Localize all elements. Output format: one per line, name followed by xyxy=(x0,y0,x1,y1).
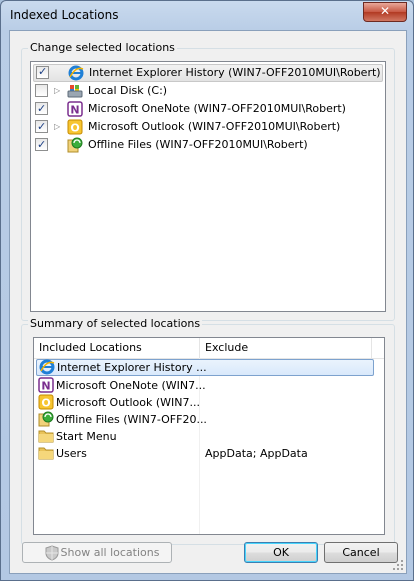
svg-text:O: O xyxy=(70,122,79,135)
checkbox[interactable]: ✓ xyxy=(36,65,49,79)
svg-text:N: N xyxy=(41,380,50,393)
summary-row-onenote[interactable]: N Microsoft OneNote (WIN7... xyxy=(36,377,372,394)
indexed-locations-window: Indexed Locations ✕ Change selected loca… xyxy=(0,0,414,581)
tree-item-ie-history[interactable]: ✓ Internet Explorer History (WIN7-OFF201… xyxy=(33,64,383,82)
window-title: Indexed Locations xyxy=(10,8,119,22)
offline-files-icon xyxy=(67,137,83,153)
outlook-icon: O xyxy=(38,394,54,410)
uac-shield-icon xyxy=(45,545,59,561)
onenote-icon: N xyxy=(67,101,83,117)
resize-grip-icon[interactable] xyxy=(392,559,404,571)
cancel-button[interactable]: Cancel xyxy=(324,542,398,563)
checkbox[interactable]: ✓ xyxy=(35,138,48,151)
expand-arrow-icon[interactable]: ▷ xyxy=(54,82,62,100)
local-disk-icon xyxy=(67,85,83,98)
ie-history-icon xyxy=(39,359,55,375)
checkbox[interactable] xyxy=(35,84,48,97)
title-bar[interactable]: Indexed Locations ✕ xyxy=(1,1,413,29)
checkbox[interactable]: ✓ xyxy=(35,120,48,133)
folder-icon xyxy=(38,447,54,460)
tree-item-offline-files[interactable]: ✓ Offline Files (WIN7-OFF2010MUI\Robert) xyxy=(33,136,383,154)
check-icon: ✓ xyxy=(38,65,48,78)
summary-row-outlook[interactable]: O Microsoft Outlook (WIN7... xyxy=(36,394,372,411)
included-location: Offline Files (WIN7-OFF20... xyxy=(56,413,206,426)
onenote-icon: N xyxy=(38,377,54,393)
included-location: Microsoft OneNote (WIN7... xyxy=(56,379,206,392)
included-location: Internet Explorer History ... xyxy=(57,361,207,374)
summary-group: Summary of selected locations Included L… xyxy=(21,317,395,545)
summary-row-ie-history[interactable]: Internet Explorer History ... xyxy=(36,359,374,376)
summary-label: Summary of selected locations xyxy=(28,317,203,330)
tree-item-label: Microsoft Outlook (WIN7-OFF2010MUI\Rober… xyxy=(88,120,341,133)
tree-item-label: Offline Files (WIN7-OFF2010MUI\Robert) xyxy=(88,138,308,151)
tree-item-label: Microsoft OneNote (WIN7-OFF2010MUI\Rober… xyxy=(88,102,346,115)
ok-button[interactable]: OK xyxy=(244,542,318,563)
show-all-locations-button[interactable]: Show all locations xyxy=(22,542,172,563)
check-icon: ✓ xyxy=(37,120,47,133)
checkbox[interactable]: ✓ xyxy=(35,102,48,115)
excluded-location: AppData; AppData xyxy=(205,447,308,460)
outlook-icon: O xyxy=(67,119,83,135)
close-button[interactable]: ✕ xyxy=(363,2,407,22)
svg-text:O: O xyxy=(41,397,50,410)
svg-text:N: N xyxy=(70,104,79,117)
summary-header: Included Locations Exclude xyxy=(34,338,384,359)
offline-files-icon xyxy=(38,411,54,427)
folder-icon xyxy=(38,430,54,443)
change-locations-label: Change selected locations xyxy=(28,41,177,54)
change-locations-group: Change selected locations ✓ Internet Exp… xyxy=(21,41,395,321)
tree-item-local-disk[interactable]: ▷ Local Disk (C:) xyxy=(33,82,383,100)
included-location: Users xyxy=(56,447,87,460)
column-exclude-header[interactable]: Exclude xyxy=(200,338,372,358)
included-location: Start Menu xyxy=(56,430,117,443)
check-icon: ✓ xyxy=(37,138,47,151)
ok-label: OK xyxy=(273,546,289,559)
included-location: Microsoft Outlook (WIN7... xyxy=(56,396,201,409)
check-icon: ✓ xyxy=(37,102,47,115)
cancel-label: Cancel xyxy=(342,546,380,559)
expand-arrow-icon[interactable]: ▷ xyxy=(54,118,62,136)
tree-item-onenote[interactable]: ✓ N Microsoft OneNote (WIN7-OFF2010MUI\R… xyxy=(33,100,383,118)
summary-row-offline-files[interactable]: Offline Files (WIN7-OFF20... xyxy=(36,411,372,428)
tree-item-label: Internet Explorer History (WIN7-OFF2010M… xyxy=(89,66,381,79)
tree-item-outlook[interactable]: ✓ ▷ O Microsoft Outlook (WIN7-OFF2010MUI… xyxy=(33,118,383,136)
summary-row-users[interactable]: Users AppData; AppData xyxy=(36,445,372,462)
column-included-header[interactable]: Included Locations xyxy=(34,338,200,358)
summary-row-start-menu[interactable]: Start Menu xyxy=(36,428,372,445)
tree-item-label: Local Disk (C:) xyxy=(88,84,168,97)
summary-list[interactable]: Included Locations Exclude Internet Expl… xyxy=(33,337,385,535)
dialog-body: Change selected locations ✓ Internet Exp… xyxy=(9,30,407,574)
locations-tree[interactable]: ✓ Internet Explorer History (WIN7-OFF201… xyxy=(30,61,386,312)
ie-history-icon xyxy=(68,65,84,81)
close-icon: ✕ xyxy=(379,4,391,18)
